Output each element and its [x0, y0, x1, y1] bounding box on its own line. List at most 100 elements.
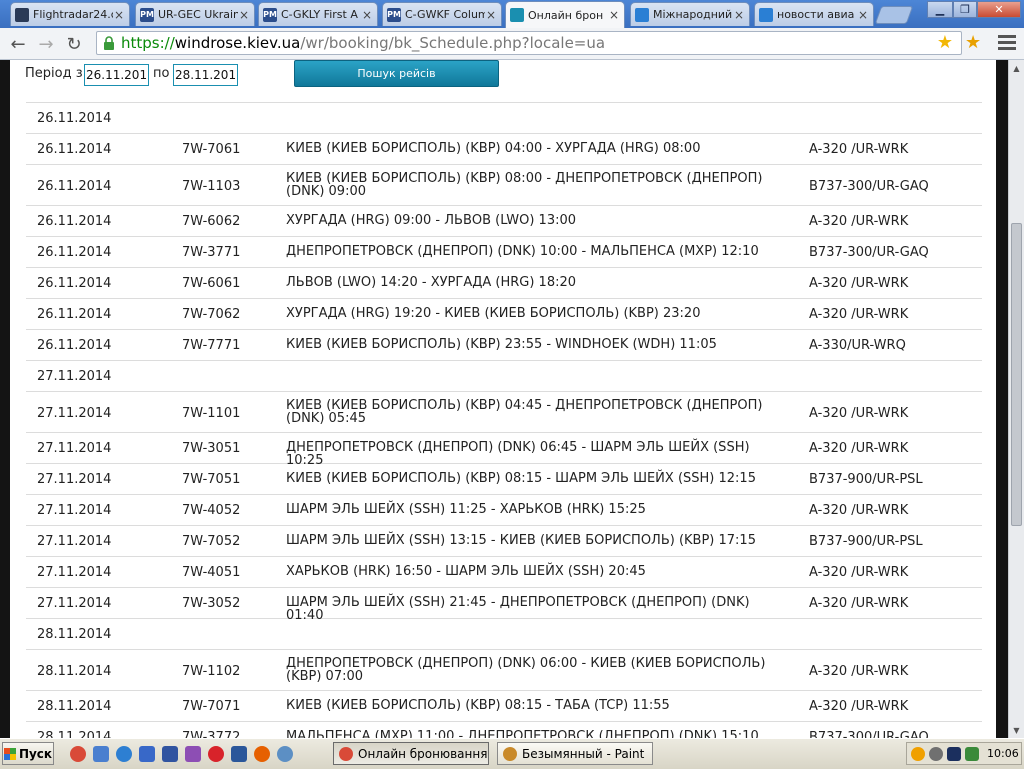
flight-row: 27.11.2014 7W-4052 ШАРМ ЭЛЬ ШЕЙХ (SSH) 11:… [26, 495, 982, 526]
opera-quicklaunch-icon[interactable] [208, 746, 224, 762]
close-tab-icon[interactable]: × [608, 8, 620, 22]
browser-toolbar: ← → ↻ https://windrose.kiev.ua/wr/bookin… [0, 28, 1024, 60]
flight-number: 7W-7061 [182, 142, 241, 157]
taskbar-window-title: Безымянный - Paint [522, 746, 645, 761]
tray-settings-icon[interactable] [929, 747, 943, 761]
pm-icon: PM [263, 7, 277, 22]
page-scrollbar[interactable]: ▲ ▼ [1008, 60, 1024, 738]
menu-icon[interactable] [998, 32, 1016, 52]
flight-number: 7W-6062 [182, 214, 241, 229]
browser-tab[interactable]: PM C-GWKF Colum × [382, 2, 502, 26]
word-quicklaunch-icon[interactable] [231, 746, 247, 762]
tray-network-icon[interactable] [947, 747, 961, 761]
flight-number: 7W-1102 [182, 664, 241, 679]
browser-tab[interactable]: PM C-GKLY First A × [258, 2, 378, 26]
scroll-thumb[interactable] [1011, 223, 1022, 526]
browser-tab[interactable]: PM UR-GEC Ukrain × [135, 2, 255, 26]
chrome-quicklaunch-icon[interactable] [70, 746, 86, 762]
group-date: 26.11.2014 [37, 111, 112, 126]
address-bar[interactable]: https://windrose.kiev.ua/wr/booking/bk_S… [96, 31, 962, 55]
desktop-quicklaunch-icon[interactable] [93, 746, 109, 762]
taskbar-window-button[interactable]: Онлайн бронювання ... [333, 742, 489, 765]
media-quicklaunch-icon[interactable] [139, 746, 155, 762]
bookmark-star-icon[interactable]: ★ [937, 32, 953, 53]
window-minimize-button[interactable]: ▁ [927, 1, 953, 18]
flight-row: 28.11.2014 7W-1102 ДНЕПРОПЕТРОВСК (ДНЕПРОП… [26, 650, 982, 691]
tab-title: Міжнародний [653, 8, 733, 21]
flight-route: ХУРГАДА (HRG) 19:20 - КИЕВ (КИЕВ БОРИСПО… [286, 306, 701, 321]
close-tab-icon[interactable]: × [857, 8, 869, 22]
window-close-button[interactable]: ✕ [977, 1, 1021, 18]
bookmarks-icon[interactable]: ★ [965, 32, 981, 53]
browser-tab-strip: Flightradar24.c × PM UR-GEC Ukrain × PM C-GKLY… [0, 0, 1024, 28]
taskbar-window-button[interactable]: Безымянный - Paint [497, 742, 653, 765]
firefox-quicklaunch-icon[interactable] [254, 746, 270, 762]
tab-title: Онлайн брон [528, 8, 604, 22]
browser-tab[interactable]: Flightradar24.c × [10, 2, 130, 26]
editor-quicklaunch-icon[interactable] [185, 746, 201, 762]
flight-date: 26.11.2014 [37, 276, 112, 291]
tray-app-icon[interactable] [911, 747, 925, 761]
to-label: по [153, 66, 170, 81]
browser-tab[interactable]: Онлайн брон × [505, 1, 625, 28]
pm-icon: PM [387, 7, 401, 22]
browser-tab[interactable]: новости авиа × [754, 2, 874, 26]
aircraft: A-320 /UR-WRK [809, 307, 909, 322]
date-group-row: 28.11.2014 [26, 619, 982, 650]
clock: 10:06 [987, 747, 1019, 760]
flight-row: 27.11.2014 7W-4051 ХАРЬКОВ (HRK) 16:50 - Ш… [26, 557, 982, 588]
tab-title: новости авиа [777, 8, 855, 21]
search-flights-button[interactable]: Пошук рейсів [294, 60, 499, 87]
aircraft: B737-300/UR-GAQ [809, 179, 929, 194]
flight-route: ДНЕПРОПЕТРОВСК (ДНЕПРОП) (DNK) 10:00 - М… [286, 244, 759, 259]
flight-row: 26.11.2014 7W-1103 КИЕВ (КИЕВ БОРИСПОЛЬ) (… [26, 165, 982, 206]
date-from-input[interactable] [84, 64, 149, 86]
close-tab-icon[interactable]: × [361, 8, 373, 22]
start-button[interactable]: Пуск [2, 742, 54, 765]
flight-route: КИЕВ (КИЕВ БОРИСПОЛЬ) (KBP) 08:15 - ТАБА… [286, 698, 670, 713]
window-restore-button[interactable]: ❐ [953, 1, 977, 18]
flight-row: 26.11.2014 7W-7771 КИЕВ (КИЕВ БОРИСПОЛЬ) (… [26, 330, 982, 361]
flightradar-icon [15, 7, 29, 22]
reload-icon: ↻ [66, 33, 82, 55]
aircraft: A-320 /UR-WRK [809, 142, 909, 157]
search-form: Період з по Пошук рейсів [10, 60, 996, 102]
flight-date: 26.11.2014 [37, 179, 112, 194]
forward-button[interactable]: → [34, 32, 58, 56]
arrow-right-icon: → [38, 33, 54, 55]
scroll-up-icon[interactable]: ▲ [1009, 60, 1024, 76]
tab-title: UR-GEC Ukrain [158, 8, 238, 21]
close-tab-icon[interactable]: × [238, 8, 250, 22]
airplane-icon [759, 7, 773, 22]
flight-date: 27.11.2014 [37, 441, 112, 456]
network-quicklaunch-icon[interactable] [277, 746, 293, 762]
flight-number: 7W-7051 [182, 472, 241, 487]
flight-row: 26.11.2014 7W-3771 ДНЕПРОПЕТРОВСК (ДНЕПРОП… [26, 237, 982, 268]
date-to-input[interactable] [173, 64, 238, 86]
close-tab-icon[interactable]: × [113, 8, 125, 22]
flight-number: 7W-4052 [182, 503, 241, 518]
aircraft: A-320 /UR-WRK [809, 406, 909, 421]
airplane-icon [635, 7, 649, 22]
new-tab-button[interactable] [874, 6, 914, 24]
tray-volume-icon[interactable] [965, 747, 979, 761]
flight-number: 7W-4051 [182, 565, 241, 580]
browser-tab[interactable]: Міжнародний × [630, 2, 750, 26]
save-quicklaunch-icon[interactable] [162, 746, 178, 762]
flight-route: ЛЬВОВ (LWO) 14:20 - ХУРГАДА (HRG) 18:20 [286, 275, 577, 290]
close-tab-icon[interactable]: × [485, 8, 497, 22]
flight-route: ДНЕПРОПЕТРОВСК (ДНЕПРОП) (DNK) 06:00 - К… [286, 656, 766, 684]
url-scheme: https:// [121, 34, 175, 52]
arrow-left-icon: ← [10, 33, 26, 55]
reload-button[interactable]: ↻ [62, 32, 86, 56]
ie-quicklaunch-icon[interactable] [116, 746, 132, 762]
flight-route: КИЕВ (КИЕВ БОРИСПОЛЬ) (KBP) 04:00 - ХУРГ… [286, 141, 701, 156]
close-tab-icon[interactable]: × [733, 8, 745, 22]
aircraft: B737-900/UR-PSL [809, 534, 923, 549]
flight-number: 7W-3052 [182, 596, 241, 611]
flight-number: 7W-7771 [182, 338, 241, 353]
scroll-down-icon[interactable]: ▼ [1009, 722, 1024, 738]
page-viewport: Період з по Пошук рейсів 26.11.201426.11… [0, 60, 1008, 738]
back-button[interactable]: ← [6, 32, 30, 56]
page-content: Період з по Пошук рейсів 26.11.201426.11… [10, 60, 996, 738]
